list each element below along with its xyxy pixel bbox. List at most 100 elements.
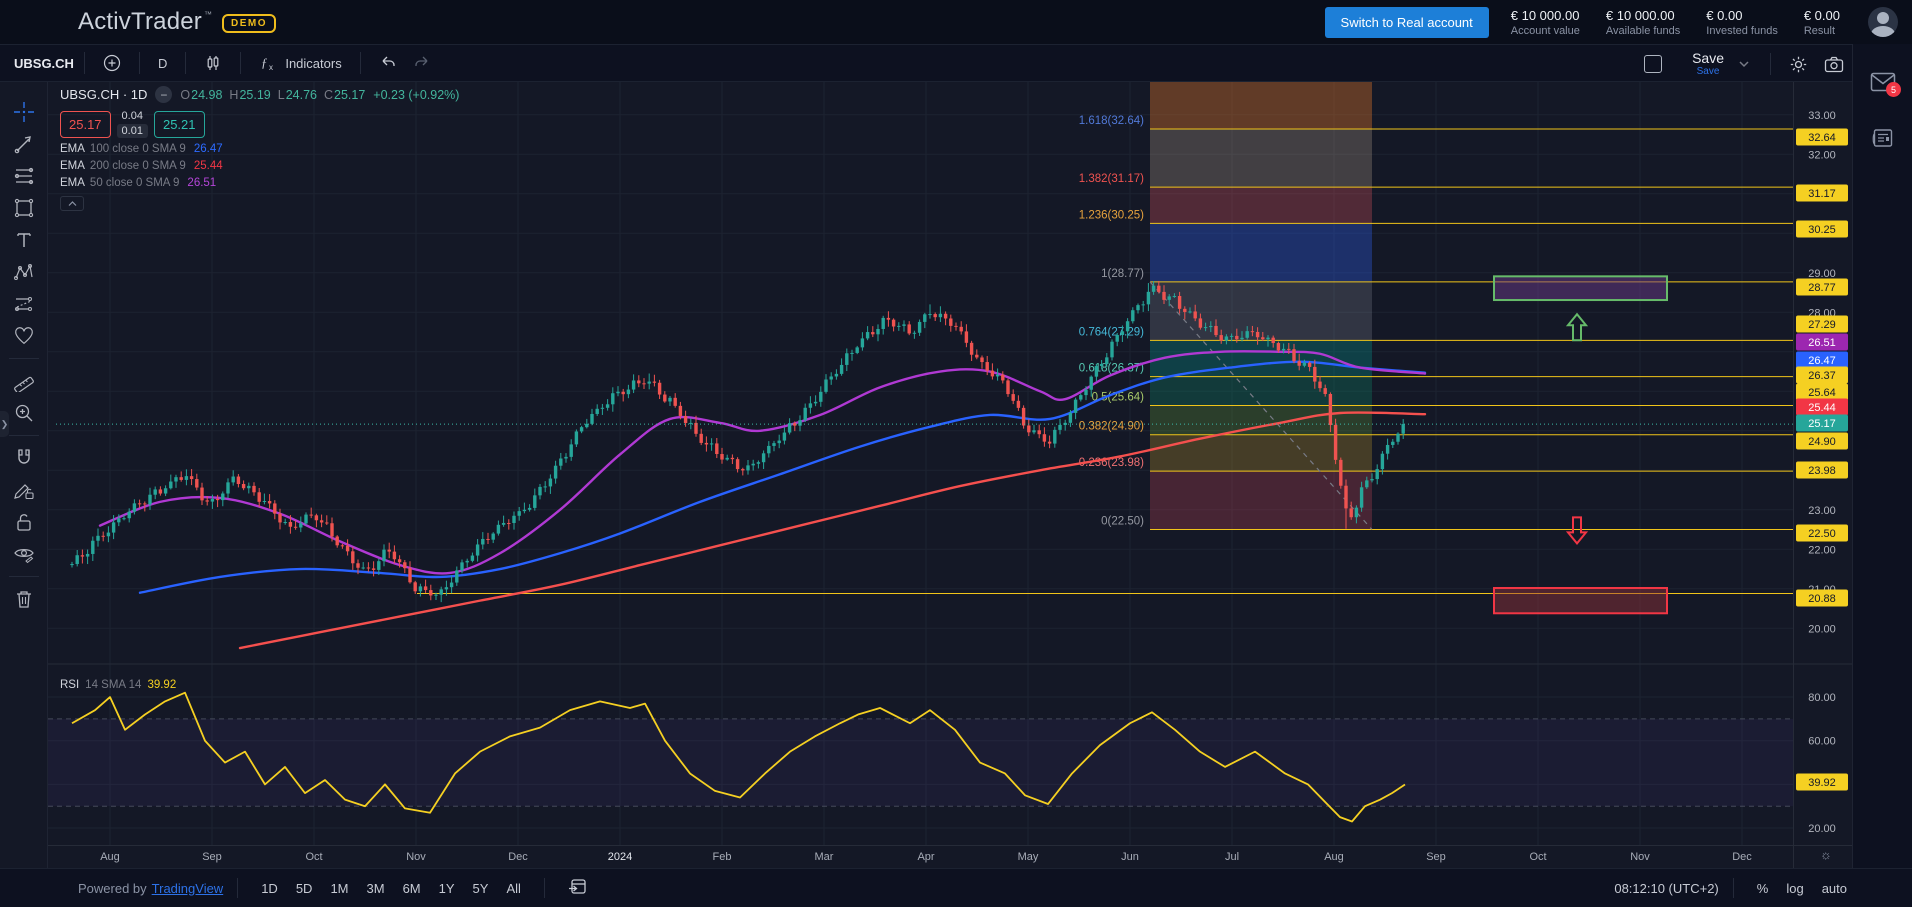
available-funds: € 10 000.00 [1606,8,1680,23]
trend-line-tool-button[interactable] [7,128,41,160]
indicator-row-ema100[interactable]: EMA 100 close 0 SMA 9 26.47 [60,143,459,155]
ema200-name: EMA [60,160,85,172]
price-axis[interactable]: 33.0032.0031.0030.0029.0028.0023.0022.00… [1796,110,1848,862]
invested-funds-stat: € 0.00 Invested funds [1706,8,1778,37]
svg-text:25.17: 25.17 [1808,418,1836,430]
go-to-date-button[interactable] [559,875,596,901]
available-funds-stat: € 10 000.00 Available funds [1606,8,1680,37]
chevron-down-icon[interactable] [1736,56,1752,72]
svg-text:39.92: 39.92 [1808,777,1836,789]
invested-funds-label: Invested funds [1706,25,1778,37]
activtrader-app: ActivTrader ™ DEMO Switch to Real accoun… [0,0,1912,907]
trash-icon [13,588,35,610]
account-value-stat: € 10 000.00 Account value [1511,8,1580,37]
available-funds-label: Available funds [1606,25,1680,37]
magnet-mode-button[interactable] [7,442,41,474]
ema50-name: EMA [60,177,85,189]
save-button[interactable]: Save Save [1692,51,1724,77]
chart-legend: UBSG.CH · 1D − O24.98 H25.19 L24.76 C25.… [60,86,459,211]
range-1y-button[interactable]: 1Y [430,878,464,899]
legend-symbol-title[interactable]: UBSG.CH · 1D [60,87,147,102]
log-scale-button[interactable]: log [1777,878,1812,899]
auto-scale-button[interactable]: auto [1813,878,1856,899]
time-axis[interactable]: AugSepOctNovDec2024FebMarAprMayJunJulAug… [100,851,1752,863]
tradingview-link[interactable]: TradingView [152,881,224,896]
svg-text:Sep: Sep [1426,851,1446,863]
text-tool-button[interactable] [7,224,41,256]
symbol-label[interactable]: UBSG.CH [14,56,74,71]
news-button[interactable] [1853,128,1912,148]
range-6m-button[interactable]: 6M [394,878,430,899]
measure-tool-button[interactable] [7,365,41,397]
svg-text:25.64: 25.64 [1808,387,1836,399]
fib-retracement-tool-button[interactable] [7,160,41,192]
brand-trademark: ™ [204,10,212,19]
svg-text:29.00: 29.00 [1808,268,1836,280]
svg-text:Jun: Jun [1121,851,1139,863]
range-5y-button[interactable]: 5Y [464,878,498,899]
pattern-tool-button[interactable] [7,256,41,288]
text-icon [13,229,35,251]
indicator-row-ema50[interactable]: EMA 50 close 0 SMA 9 26.51 [60,177,459,189]
ema50-params: 50 close 0 SMA 9 [90,177,180,189]
watchlist-expand-handle[interactable]: ❯ [0,411,9,437]
redo-icon [413,55,431,71]
legend-collapse-button[interactable] [60,196,84,211]
save-label: Save [1692,51,1724,65]
svg-text:20.88: 20.88 [1808,593,1836,605]
close-value: 25.17 [334,88,365,102]
range-3m-button[interactable]: 3M [358,878,394,899]
session-clock[interactable]: 08:12:10 (UTC+2) [1614,881,1718,896]
user-avatar[interactable] [1868,7,1898,37]
drawings-layer [1494,276,1667,613]
chart-settings-button[interactable] [1781,51,1816,78]
app-header: ActivTrader ™ DEMO Switch to Real accoun… [0,0,1912,44]
compare-add-symbol-button[interactable] [95,50,129,76]
svg-text:Sep: Sep [202,851,222,863]
open-value: 24.98 [191,88,222,102]
forecast-tool-button[interactable] [7,288,41,320]
range-5d-button[interactable]: 5D [287,878,322,899]
svg-text:27.29: 27.29 [1808,319,1836,331]
candlestick-icon [204,54,222,72]
svg-text:Oct: Oct [1529,851,1546,863]
redo-button[interactable] [405,51,439,75]
layout-select-checkbox[interactable] [1644,55,1662,73]
remove-drawings-button[interactable] [7,583,41,615]
account-value-label: Account value [1511,25,1580,37]
legend-collapse-icon[interactable]: − [155,86,172,103]
shapes-tool-button[interactable] [7,192,41,224]
sell-bid-button[interactable]: 25.17 [60,111,111,138]
range-1m-button[interactable]: 1M [321,878,357,899]
stay-in-drawing-mode-button[interactable] [7,474,41,506]
undo-button[interactable] [371,51,405,75]
svg-text:0.382(24.90): 0.382(24.90) [1079,421,1144,433]
timeframe-button[interactable]: D [150,52,175,75]
lock-drawings-button[interactable] [7,506,41,538]
screenshot-button[interactable] [1816,52,1852,77]
indicator-row-ema200[interactable]: EMA 200 close 0 SMA 9 25.44 [60,160,459,172]
fx-icon: ƒx [259,54,279,72]
svg-text:Aug: Aug [100,851,120,863]
svg-text:80.00: 80.00 [1808,692,1836,704]
switch-to-real-account-button[interactable]: Switch to Real account [1325,7,1489,38]
range-1d-button[interactable]: 1D [252,878,287,899]
undo-icon [379,55,397,71]
indicators-button[interactable]: ƒx Indicators [251,50,349,76]
brand-logo: ActivTrader ™ DEMO [78,8,276,36]
favorites-tool-button[interactable] [7,320,41,352]
crosshair-tool-button[interactable] [7,96,41,128]
zoom-in-tool-button[interactable] [7,397,41,429]
svg-text:ƒ: ƒ [261,55,268,70]
hide-drawings-button[interactable] [7,538,41,570]
percent-scale-button[interactable]: % [1748,878,1778,899]
result-label: Result [1804,25,1840,37]
messages-button[interactable]: 5 [1853,72,1912,92]
svg-text:26.37: 26.37 [1808,370,1836,382]
svg-text:Aug: Aug [1324,851,1344,863]
eye-pencil-icon [13,543,35,565]
chart-style-button[interactable] [196,50,230,76]
rsi-legend[interactable]: RSI 14 SMA 14 39.92 [60,679,176,691]
buy-ask-button[interactable]: 25.21 [154,111,205,138]
range-all-button[interactable]: All [497,878,529,899]
